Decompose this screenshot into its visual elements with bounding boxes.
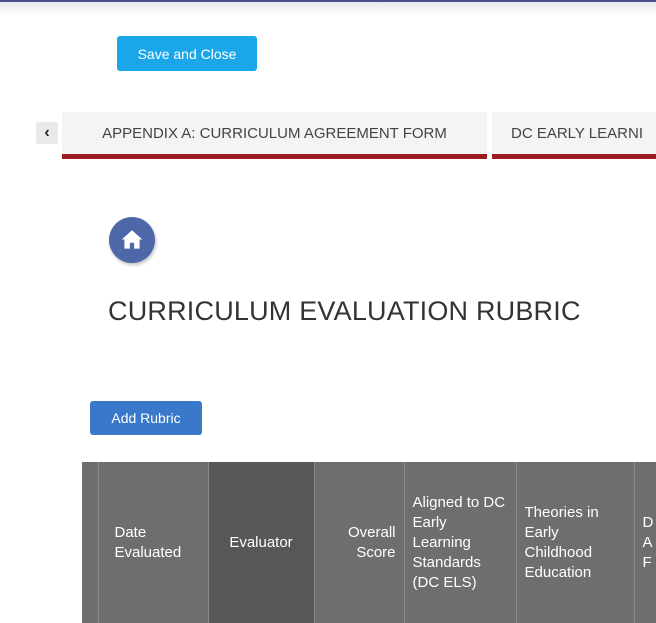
column-header-overall-score[interactable]: Overall Score [314,462,405,623]
tab-dc-early-learning[interactable]: DC EARLY LEARNI [492,112,656,159]
column-header-evaluator[interactable]: Evaluator [208,462,315,623]
home-icon [121,230,143,249]
table-header-row: Date Evaluated Evaluator Overall Score A… [82,462,656,623]
add-rubric-button[interactable]: Add Rubric [90,401,202,435]
column-header-select[interactable] [82,462,99,623]
tab-label: APPENDIX A: CURRICULUM AGREEMENT FORM [102,124,447,142]
tab-label: DC EARLY LEARNI [511,124,643,142]
column-header-aligned-dc-els[interactable]: Aligned to DC Early Learning Standards (… [404,462,517,623]
top-shadow [0,2,656,16]
chevron-left-icon[interactable]: ‹ [36,122,58,144]
column-header-truncated[interactable]: D A F ( [634,462,656,623]
tab-appendix-a[interactable]: APPENDIX A: CURRICULUM AGREEMENT FORM [62,112,487,159]
column-header-date-evaluated[interactable]: Date Evaluated [98,462,209,623]
home-button[interactable] [109,217,155,263]
column-header-theories[interactable]: Theories in Early Childhood Education [516,462,635,623]
page-title: CURRICULUM EVALUATION RUBRIC [108,296,581,326]
rubric-table: Date Evaluated Evaluator Overall Score A… [82,462,656,623]
save-and-close-button[interactable]: Save and Close [117,36,257,71]
